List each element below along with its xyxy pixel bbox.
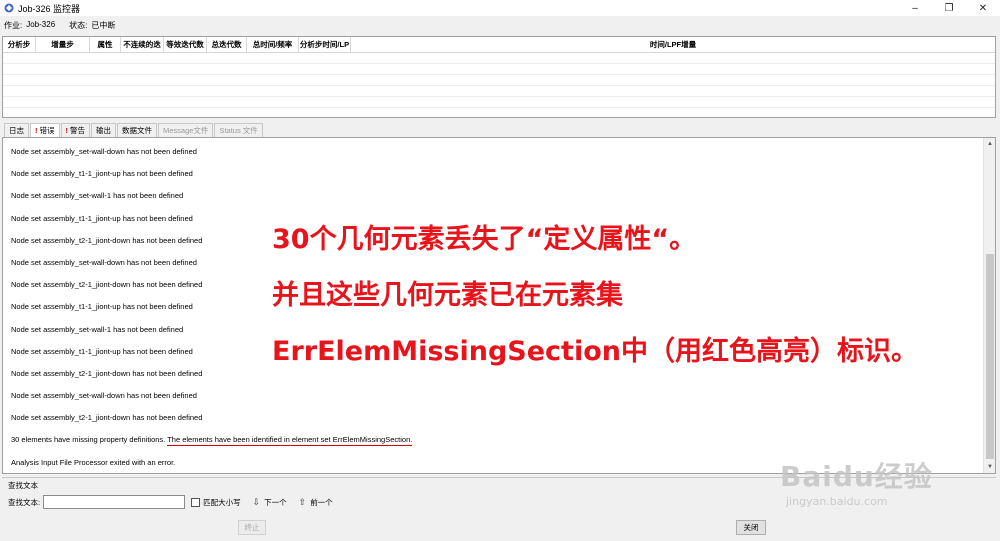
tab-log[interactable]: 日志 <box>4 123 29 137</box>
arrow-down-icon: ⇩ <box>252 496 261 507</box>
grid-column-header[interactable]: 总时间/频率 <box>247 37 299 52</box>
grid-column-header[interactable]: 总迭代数 <box>207 37 247 52</box>
match-case-label: 匹配大小写 <box>203 497 241 507</box>
grid-column-header[interactable]: 分析步 <box>3 37 36 52</box>
tab-label: 错误 <box>39 126 55 135</box>
annotation-line-3: ErrElemMissingSection中（用红色高亮）标识。 <box>272 336 918 367</box>
find-previous-label: 前一个 <box>310 497 333 507</box>
grid-row <box>3 64 995 75</box>
tab-label: Message文件 <box>163 126 209 135</box>
summary-text: 30 elements have missing property defini… <box>11 435 168 445</box>
annotation-line-1: 30个几何元素丢失了“定义属性“。 <box>272 224 697 255</box>
job-value: Job-326 <box>26 20 56 29</box>
log-line: Node set assembly_set-wall-down has not … <box>11 391 197 401</box>
find-previous-button[interactable]: ⇧ 前一个 <box>299 497 333 508</box>
find-text-row: 查找文本: 匹配大小写 ⇩ 下一个 ⇧ 前一个 <box>8 495 333 509</box>
log-line: Node set assembly_t2-1_jiont-down has no… <box>11 413 203 423</box>
grid-row <box>3 86 995 97</box>
stop-button: 终止 <box>238 520 266 535</box>
watermark-logo: Baidu经验 <box>780 460 933 493</box>
tab-message-file: Message文件 <box>158 123 214 137</box>
tab-status-file: Status 文件 <box>214 123 263 137</box>
log-scrollbar[interactable]: ▲ ▼ <box>983 138 995 473</box>
scroll-up-icon[interactable]: ▲ <box>984 138 995 150</box>
tab-data-file[interactable]: 数据文件 <box>117 123 157 137</box>
grid-column-header[interactable]: 等效迭代数 <box>164 37 207 52</box>
increment-grid[interactable]: 分析步 增量步 属性 不连续的迭 等效迭代数 总迭代数 总时间/频率 分析步时间… <box>2 36 996 118</box>
grid-column-header[interactable]: 属性 <box>90 37 121 52</box>
tab-label: 日志 <box>9 126 24 135</box>
log-final-line: Analysis Input File Processor exited wit… <box>11 457 176 467</box>
log-summary-line: 30 elements have missing property defini… <box>11 434 413 456</box>
grid-row <box>3 53 995 64</box>
summary-highlighted-text: The elements have been identified in ele… <box>167 435 413 447</box>
find-next-label: 下一个 <box>264 497 287 507</box>
log-tabs: 日志 ! 错误 ! 警告 输出 数据文件 Message文件 Status 文件 <box>4 123 264 137</box>
tab-label: 数据文件 <box>122 126 152 135</box>
grid-row <box>3 75 995 86</box>
job-label: 作业: <box>4 21 23 30</box>
find-text-input[interactable] <box>43 495 186 509</box>
match-case-checkbox[interactable] <box>191 497 201 507</box>
dialog-button-bar: 终止 关闭 <box>0 515 1000 541</box>
window-titlebar: Job-326 监控器 – ❐ ✕ <box>0 0 1000 16</box>
minimize-icon[interactable]: – <box>898 0 932 16</box>
baidu-watermark: Baidu经验 jingyan.baidu.com <box>780 455 933 508</box>
warning-flag-icon: ! <box>65 126 69 135</box>
arrow-up-icon: ⇧ <box>298 496 307 507</box>
tab-errors[interactable]: ! 错误 <box>30 123 60 137</box>
grid-column-header[interactable]: 增量步 <box>36 37 90 52</box>
tab-label: 输出 <box>96 126 111 135</box>
log-line: Node set assembly_t1-1_jiont-up has not … <box>11 169 193 179</box>
maximize-icon[interactable]: ❐ <box>932 0 966 16</box>
grid-column-header[interactable]: 时间/LPF增量 <box>351 37 995 52</box>
window-title: Job-326 监控器 <box>18 3 81 14</box>
watermark-url: jingyan.baidu.com <box>786 495 888 508</box>
grid-column-header[interactable]: 分析步时间/LP <box>299 37 351 52</box>
annotation-line-2: 并且这些几何元素已在元素集 <box>272 280 623 311</box>
tab-warnings[interactable]: ! 警告 <box>60 123 90 137</box>
find-next-button[interactable]: ⇩ 下一个 <box>253 497 287 508</box>
status-value: 已中断 <box>91 21 116 30</box>
scroll-down-icon[interactable]: ▼ <box>984 461 995 473</box>
status-label: 状态: <box>69 21 88 30</box>
log-line: Node set assembly_t2-1_jiont-down has no… <box>11 368 203 378</box>
scrollbar-thumb[interactable] <box>986 254 994 459</box>
tab-label: Status 文件 <box>219 126 258 135</box>
error-flag-icon: ! <box>35 126 38 135</box>
window-controls: – ❐ ✕ <box>898 0 1000 16</box>
grid-column-header[interactable]: 不连续的迭 <box>121 37 164 52</box>
job-status-line: 作业: Job-326 状态: 已中断 <box>4 20 115 32</box>
tab-output[interactable]: 输出 <box>91 123 116 137</box>
log-line: Node set assembly_set-wall-down has not … <box>11 147 197 156</box>
close-button[interactable]: 关闭 <box>736 520 766 535</box>
find-text-label: 查找文本: <box>8 497 41 507</box>
tab-label: 警告 <box>70 126 85 135</box>
app-icon <box>4 3 14 13</box>
close-icon[interactable]: ✕ <box>966 0 1000 16</box>
log-line: Node set assembly_set-wall-1 has not bee… <box>11 191 184 201</box>
grid-row <box>3 97 995 108</box>
grid-header: 分析步 增量步 属性 不连续的迭 等效迭代数 总迭代数 总时间/频率 分析步时间… <box>3 37 995 53</box>
find-text-legend: 查找文本 <box>8 481 38 490</box>
